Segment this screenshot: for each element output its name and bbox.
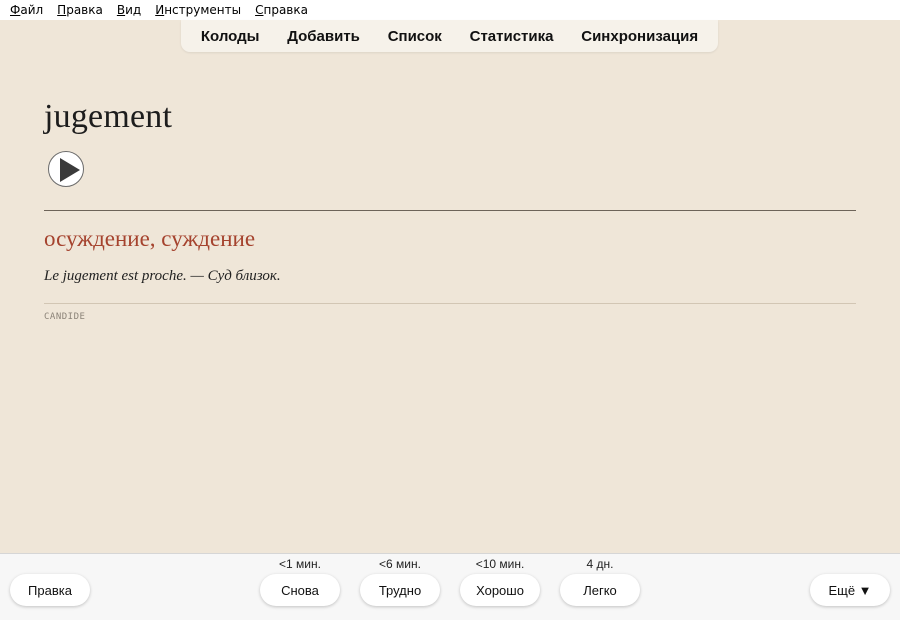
interval-again: <1 мин. bbox=[279, 557, 321, 571]
toolbar-add-button[interactable]: Добавить bbox=[287, 28, 360, 45]
card-example: Le jugement est proche. — Суд близок. bbox=[44, 268, 281, 284]
toolbar-stats-button[interactable]: Статистика bbox=[470, 28, 554, 45]
play-audio-button[interactable] bbox=[48, 151, 84, 187]
toolbar-browse-button[interactable]: Список bbox=[388, 28, 442, 45]
card-source-divider bbox=[44, 303, 856, 304]
answer-good-button[interactable]: Хорошо bbox=[460, 574, 540, 606]
interval-hard: <6 мин. bbox=[379, 557, 421, 571]
menu-view[interactable]: Вид bbox=[117, 3, 141, 17]
interval-good: <10 мин. bbox=[475, 557, 525, 571]
toolbar-sync-button[interactable]: Синхронизация bbox=[581, 28, 698, 45]
edit-button[interactable]: Правка bbox=[10, 574, 90, 606]
answer-again-button[interactable]: Снова bbox=[260, 574, 340, 606]
card-source: CANDIDE bbox=[44, 312, 86, 322]
card-translation: осуждение, суждение bbox=[44, 226, 256, 251]
play-icon bbox=[60, 158, 80, 182]
menu-help[interactable]: Справка bbox=[255, 3, 308, 17]
menu-file[interactable]: Файл bbox=[10, 3, 43, 17]
review-bottom-bar: Правка <1 мин. Снова <6 мин. Трудно <10 … bbox=[0, 553, 900, 620]
toolbar-decks-button[interactable]: Колоды bbox=[201, 28, 260, 45]
card-word: jugement bbox=[44, 98, 173, 135]
top-toolbar: Колоды Добавить Список Статистика Синхро… bbox=[181, 20, 718, 52]
answer-hard-button[interactable]: Трудно bbox=[360, 574, 440, 606]
interval-easy: 4 дн. bbox=[586, 557, 614, 571]
more-button[interactable]: Ещё ▼ bbox=[810, 574, 890, 606]
menu-bar: Файл Правка Вид Инструменты Справка bbox=[0, 0, 900, 20]
menu-edit[interactable]: Правка bbox=[57, 3, 103, 17]
menu-tools[interactable]: Инструменты bbox=[155, 3, 241, 17]
card-divider bbox=[44, 210, 856, 211]
answer-easy-button[interactable]: Легко bbox=[560, 574, 640, 606]
